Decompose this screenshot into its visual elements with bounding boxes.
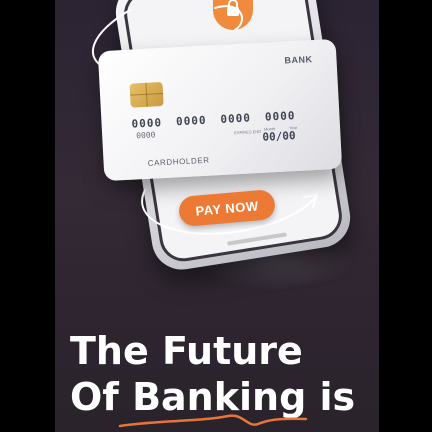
expires-label: EXPIRES END (234, 128, 262, 136)
bank-label: BANK (284, 54, 313, 66)
card-number-group: 0000 (220, 111, 252, 126)
cardholder-name: CARDHOLDER (147, 155, 210, 168)
card-number-group: 0000 (131, 116, 163, 131)
headline-underline (118, 414, 308, 428)
card-chip-icon (129, 81, 164, 108)
headline-line-1: The Future (70, 329, 303, 373)
promo-stage: BANK 0000 0000 0000 0000 0000 EXPIRES EN… (55, 0, 379, 432)
card-number-group: 0000 (175, 113, 207, 129)
headline: The Future Of Banking is (70, 328, 355, 420)
card-number-group: 0000 (264, 109, 296, 124)
credit-card: BANK 0000 0000 0000 0000 0000 EXPIRES EN… (97, 38, 343, 182)
letterbox-right (379, 0, 432, 432)
card-expiry: 00/00 (262, 129, 296, 144)
card-small-number: 0000 (136, 130, 156, 141)
